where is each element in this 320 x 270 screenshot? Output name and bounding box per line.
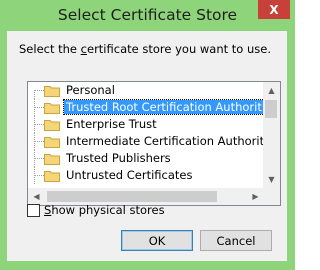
- scroll-up-icon[interactable]: ▲: [263, 82, 280, 99]
- tree-item-trusted-root[interactable]: Trusted Root Certification Authorities: [28, 99, 264, 116]
- scroll-right-icon[interactable]: ▶: [247, 188, 264, 205]
- tree-item-label: Enterprise Trust: [66, 117, 157, 131]
- tree-item-personal[interactable]: Personal: [28, 82, 264, 99]
- checkbox-label-rest: how physical stores: [51, 203, 165, 217]
- tree-item-intermediate[interactable]: Intermediate Certification Authorities: [28, 133, 264, 150]
- tree-item-untrusted[interactable]: Untrusted Certificates: [28, 167, 264, 184]
- checkbox-label: Show physical stores: [44, 203, 165, 217]
- folder-icon: [44, 86, 60, 97]
- scroll-down-icon[interactable]: ▼: [263, 171, 280, 188]
- ok-button[interactable]: OK: [121, 230, 193, 251]
- instruction-text-part: ertificate store you want to use.: [87, 42, 272, 56]
- folder-icon: [44, 154, 60, 165]
- checkbox-box[interactable]: [27, 203, 40, 217]
- tree-item-label: Intermediate Certification Authorities: [66, 134, 264, 148]
- tree-item-trusted-publishers[interactable]: Trusted Publishers: [28, 150, 264, 167]
- close-icon: X: [269, 2, 279, 17]
- tree-item-label: Trusted Root Certification Authorities: [62, 99, 264, 115]
- folder-icon: [44, 120, 60, 131]
- tree-item-enterprise-trust[interactable]: Enterprise Trust: [28, 116, 264, 133]
- vertical-scroll-thumb[interactable]: [265, 100, 277, 118]
- folder-icon: [44, 137, 60, 148]
- certificate-store-tree[interactable]: Personal Trusted Root Certification Auth…: [27, 81, 281, 206]
- horizontal-scroll-thumb[interactable]: [47, 191, 217, 202]
- show-physical-stores-checkbox[interactable]: Show physical stores: [27, 203, 165, 217]
- folder-icon: [44, 171, 60, 182]
- tree-item-label: Personal: [66, 83, 115, 97]
- tree-item-label: Untrusted Certificates: [66, 168, 193, 182]
- vertical-scrollbar[interactable]: ▲ ▼: [263, 82, 280, 188]
- title-bar[interactable]: Select Certificate Store X: [0, 0, 295, 31]
- tree-item-label: Trusted Publishers: [66, 151, 171, 165]
- instruction-text-part: Select the: [19, 42, 81, 56]
- window-title: Select Certificate Store: [57, 6, 238, 24]
- tree-items: Personal Trusted Root Certification Auth…: [28, 82, 264, 189]
- dialog-body: Select the certificate store you want to…: [7, 31, 287, 261]
- instruction-text: Select the certificate store you want to…: [19, 42, 271, 56]
- cancel-button[interactable]: Cancel: [200, 230, 272, 251]
- folder-icon: [44, 103, 60, 114]
- dialog-window: Select Certificate Store X Select the ce…: [0, 0, 295, 270]
- scrollbar-corner: [263, 188, 280, 205]
- close-button[interactable]: X: [258, 0, 290, 19]
